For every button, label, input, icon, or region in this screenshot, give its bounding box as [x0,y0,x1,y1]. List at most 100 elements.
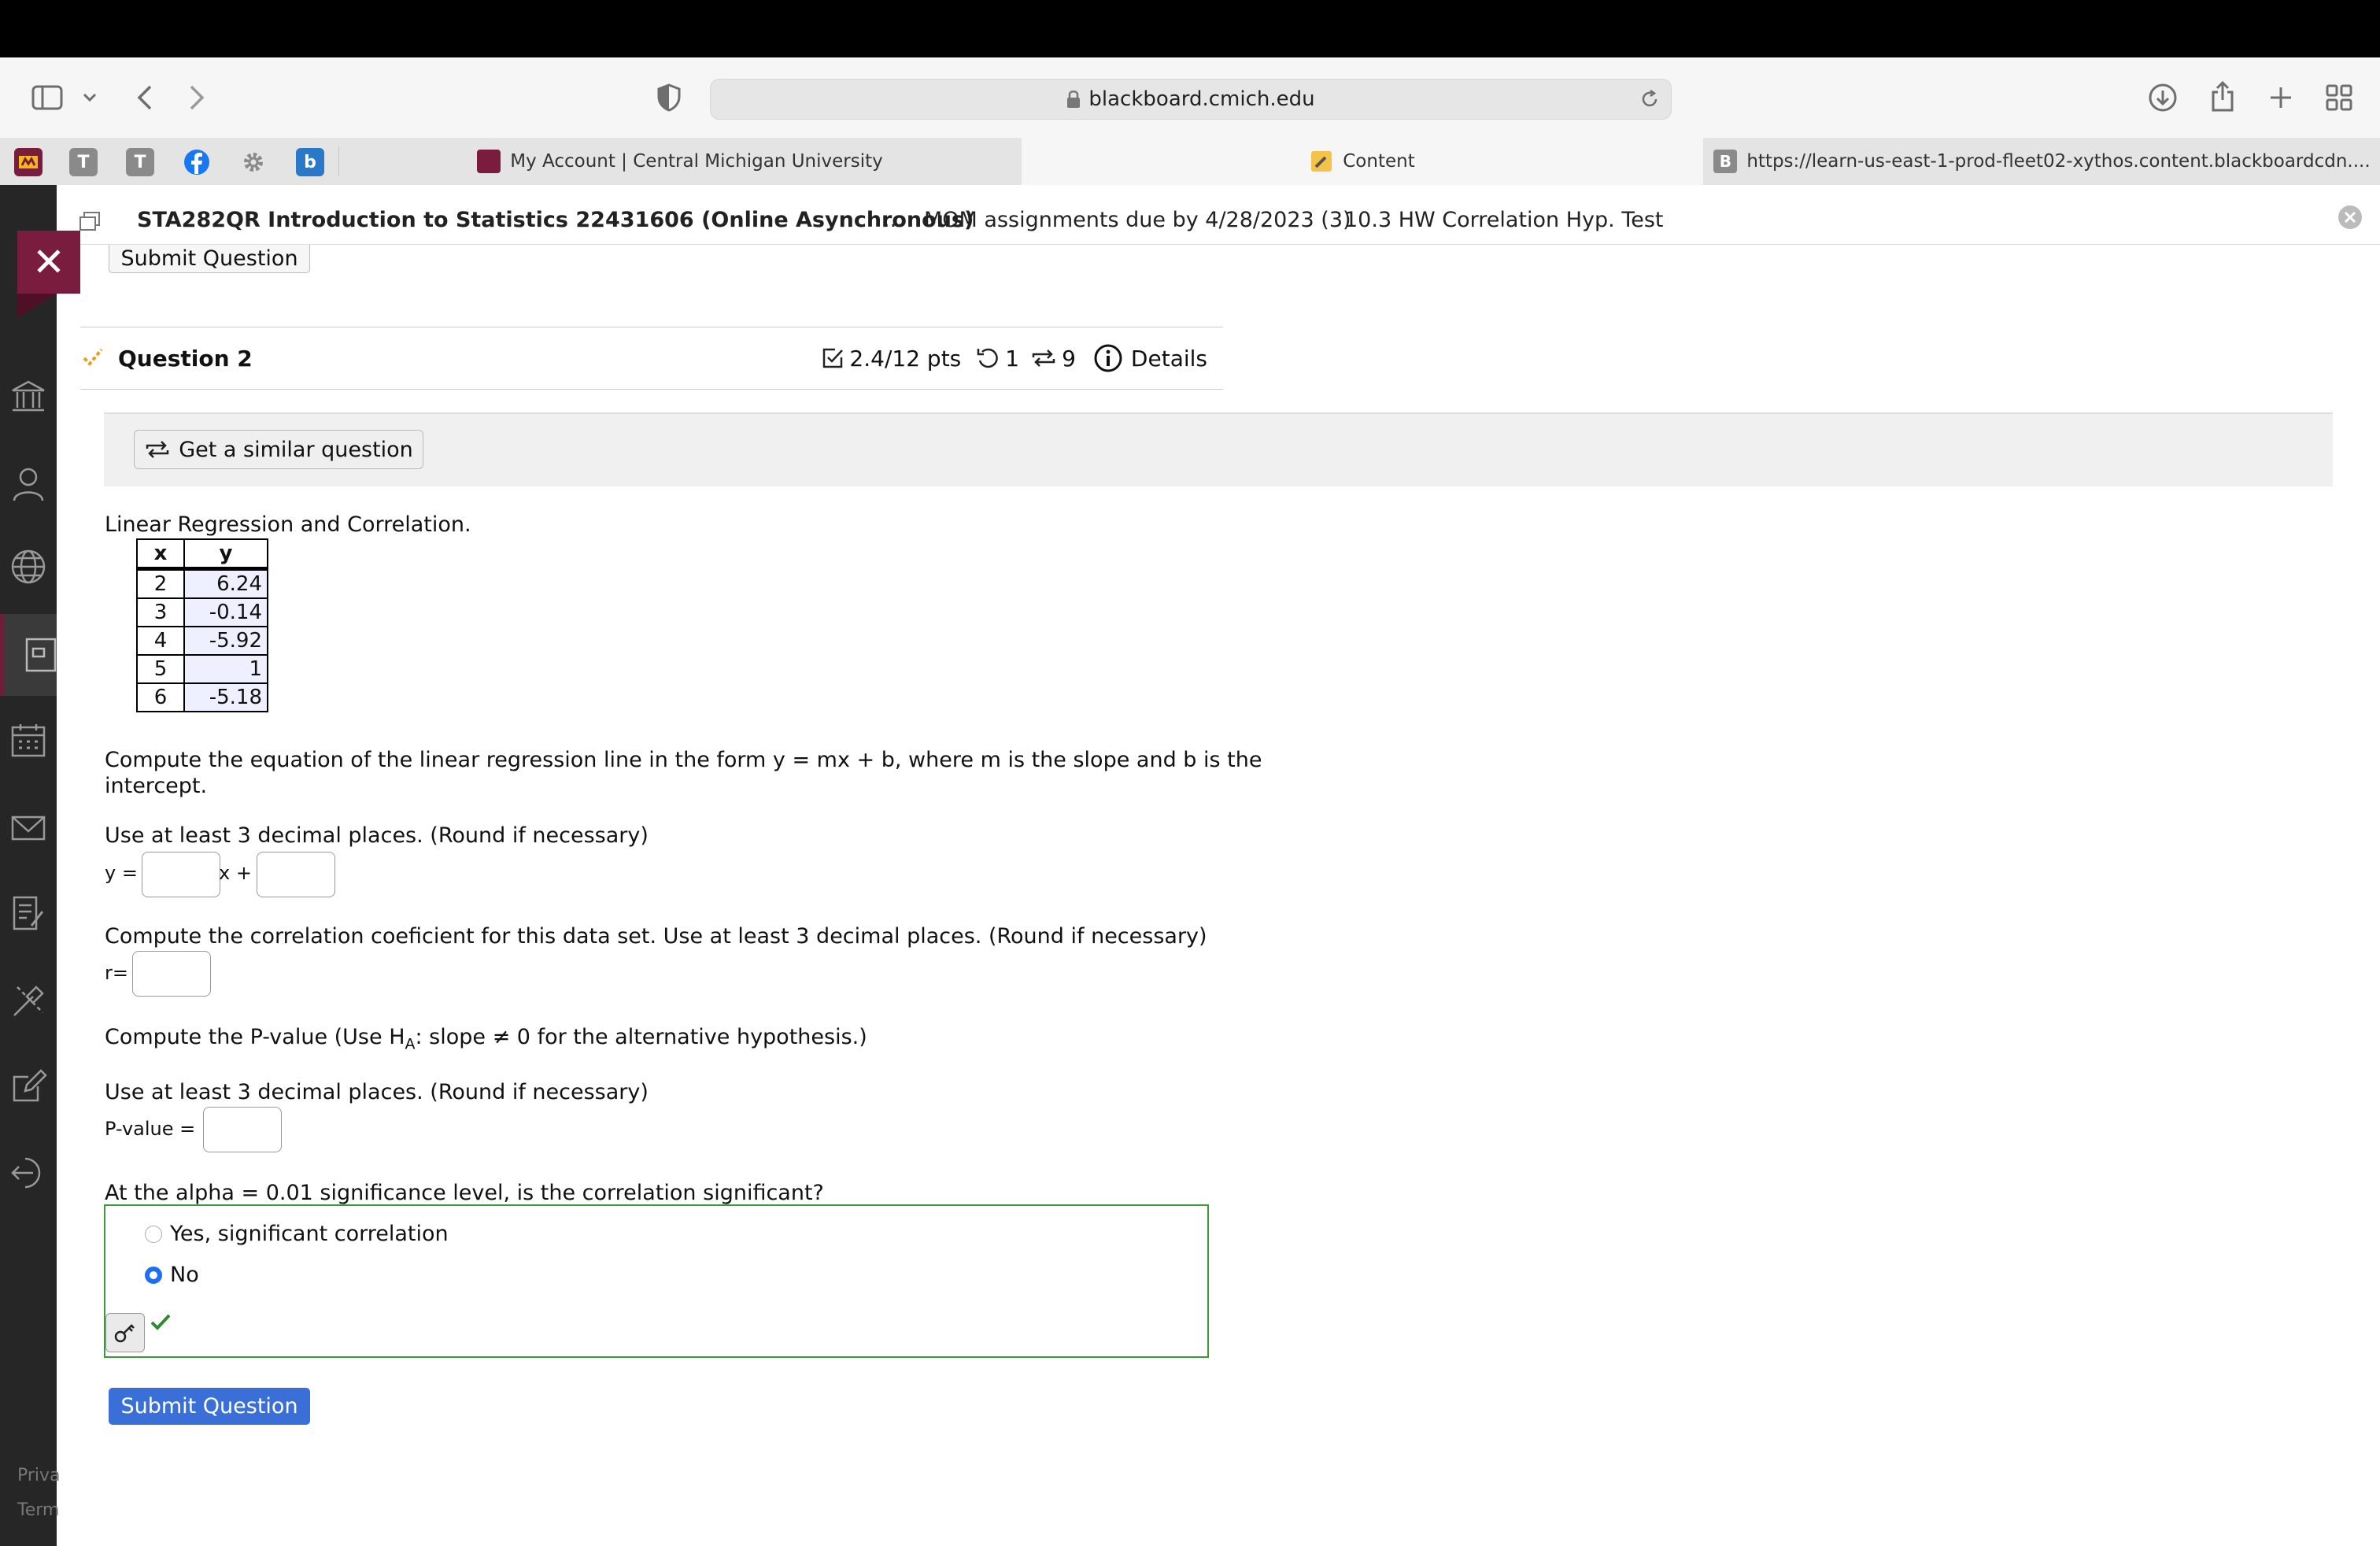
institution-icon[interactable] [9,378,47,416]
score-checkbox-icon [823,348,844,368]
header-x: x [136,538,185,571]
decimals-note: Use at least 3 decimal places. (Round if… [105,823,649,848]
share-icon[interactable] [2205,79,2240,115]
option-yes-label[interactable]: Yes, significant correlation [170,1222,449,1246]
pinned-tab-t2[interactable]: T [126,148,154,176]
breadcrumb-course[interactable]: STA282QR Introduction to Statistics 2243… [137,208,974,232]
r-label: r= [105,962,128,984]
intercept-input[interactable] [257,852,335,897]
points-text: 2.4/12 pts [849,345,962,372]
edit-icon[interactable] [9,1067,47,1105]
table-row: 51 [136,654,268,684]
y-equals-label: y = [105,862,138,884]
tools-icon[interactable] [9,982,47,1020]
cell-y: 6.24 [183,568,268,599]
close-content-icon[interactable] [2338,205,2363,233]
gear-icon[interactable] [239,148,268,176]
retry-icon [978,348,999,368]
tab-label: https://learn-us-east-1-prod-fleet02-xyt… [1746,151,2371,172]
radio-yes[interactable] [145,1226,162,1243]
slope-input[interactable] [142,852,220,897]
lock-icon [1067,91,1081,108]
close-button-tail [17,294,57,317]
attempts-icon [1032,350,1055,367]
submit-question-button[interactable]: Submit Question [109,1388,310,1425]
facebook-icon[interactable] [183,148,211,176]
messages-icon[interactable] [9,809,47,847]
question-meta: 2.4/12 pts 1 9 Details [821,343,1207,373]
retries-count: 1 [1005,345,1020,372]
details-link[interactable]: Details [1131,346,1207,372]
part3-text: Compute the P-value (Use HA: slope ≠ 0 f… [105,1025,867,1052]
cell-x: 2 [136,568,185,599]
courses-icon[interactable] [22,636,60,674]
url-text: blackboard.cmich.edu [1088,87,1315,111]
answer-key-button[interactable] [105,1313,145,1352]
part3-prefix: Compute the P-value (Use H [105,1025,405,1049]
correlation-input[interactable] [132,951,211,997]
correct-check-icon [150,1314,171,1330]
terms-link[interactable]: Term [17,1500,59,1520]
pinned-tab-b[interactable]: b [296,148,324,176]
calendar-icon[interactable] [9,721,47,759]
sign-out-icon[interactable] [9,1154,47,1192]
table-header-row: x y [136,538,268,571]
breadcrumb-ellipsis[interactable]: ... [883,208,904,232]
top-black-bar [0,0,2380,57]
cell-y: -0.14 [183,597,268,627]
privacy-link[interactable]: Priva [17,1466,61,1485]
reload-icon[interactable] [1639,89,1660,109]
question-title: Question 2 [118,345,253,372]
cell-y: -5.18 [183,682,268,712]
grades-icon[interactable] [9,894,47,932]
option-no-label[interactable]: No [170,1263,199,1287]
tab-label: My Account | Central Michigan University [510,151,883,172]
part3-subscript: A [405,1035,416,1053]
x-plus-label: x + [219,862,252,884]
pvalue-input[interactable] [203,1107,282,1152]
tab-overview-icon[interactable] [2322,80,2356,115]
close-panel-button[interactable]: ✕ [17,231,80,294]
similar-question-panel [104,412,2333,486]
radio-no[interactable] [145,1267,162,1284]
get-similar-question-button[interactable]: Get a similar question [134,430,423,469]
profile-icon[interactable] [9,464,47,502]
breadcrumb-assignment[interactable]: MOM assignments due by 4/28/2023 (3) [924,208,1351,232]
table-row: 3 -0.14 [136,597,268,627]
globe-icon[interactable] [9,548,47,586]
tab-my-account[interactable]: My Account | Central Michigan University [339,138,1021,185]
partial-check-icon [83,348,103,366]
part2-text: Compute the correlation coeficient for t… [105,924,1207,949]
back-icon[interactable] [131,82,159,113]
forward-icon[interactable] [183,82,211,113]
part1-text-line2: intercept. [105,774,208,798]
chevron-down-icon[interactable] [79,87,101,109]
pinned-tab-t1[interactable]: T [69,148,98,176]
cmu-favicon[interactable] [14,148,42,176]
privacy-shield-icon[interactable] [655,82,683,113]
tab-content[interactable]: Content [1022,138,1703,185]
sidebar-toggle-icon[interactable] [30,82,65,113]
table-row: 4 -5.92 [136,626,268,656]
pencil-icon [1311,151,1332,172]
cell-x: 5 [136,654,185,684]
cell-x: 6 [136,682,185,712]
tab-label: Content [1343,151,1415,172]
table-row: 6 -5.18 [136,682,268,712]
new-tab-icon[interactable] [2264,80,2298,115]
window-icon[interactable] [79,211,101,235]
address-bar[interactable]: blackboard.cmich.edu [710,79,1672,120]
cell-y: 1 [183,654,268,684]
question-intro: Linear Regression and Correlation. [105,512,471,537]
button-label: Submit Question [120,246,298,271]
button-label: Get a similar question [179,437,413,462]
question-header: Question 2 2.4/12 pts 1 9 Details [80,327,1223,390]
pvalue-label: P-value = [105,1118,196,1140]
attempts-count: 9 [1062,345,1076,372]
download-icon[interactable] [2145,80,2180,115]
tab-blackboard-cdn[interactable]: B https://learn-us-east-1-prod-fleet02-x… [1704,138,2380,185]
part1-text-line1: Compute the equation of the linear regre… [105,748,1262,772]
info-icon[interactable] [1093,343,1123,373]
close-icon: ✕ [32,239,65,285]
table-row: 2 6.24 [136,568,268,599]
